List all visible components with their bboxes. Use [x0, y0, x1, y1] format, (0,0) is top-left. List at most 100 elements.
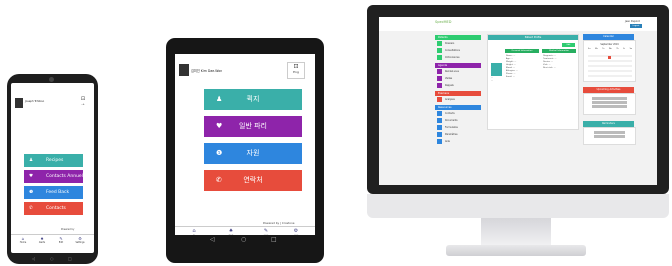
app-logo[interactable]: SpecMED	[435, 20, 451, 24]
contacts-annuel-button[interactable]: ♥ Contacts Annuel	[24, 170, 83, 183]
logout-button[interactable]: Logout	[630, 24, 642, 28]
resources-button[interactable]: 자원 ❶	[204, 143, 302, 164]
phone-screen: Joseph Tchiboo ⊡ -+ ♟ Recipes ♥ Contacts…	[11, 83, 94, 253]
font-size-label: -+	[81, 102, 85, 106]
calendar-grid[interactable]: Su Mo Tu We Th Fr Sa	[588, 48, 632, 78]
recipes-button[interactable]: ♟ Recipes	[24, 154, 83, 167]
avatar[interactable]	[15, 98, 23, 108]
button-label: Feed Back	[46, 190, 70, 195]
nav-home[interactable]: ⌂ 홈	[183, 228, 205, 235]
sidebar-item-label: Rappels	[445, 84, 454, 87]
divider	[11, 234, 94, 235]
general-button[interactable]: 일반 파리 ♥	[204, 116, 302, 137]
bell-icon: ♠	[228, 228, 234, 234]
reminder-item[interactable]	[594, 131, 625, 134]
avatar[interactable]	[179, 64, 189, 76]
person-icon: ♟	[29, 158, 34, 163]
gear-icon	[437, 132, 442, 137]
patient-photo	[491, 63, 502, 76]
gear-icon: ⚙	[293, 228, 299, 234]
weekday-row: Su Mo Tu We Th Fr Sa	[588, 48, 632, 50]
button-label: Recipes	[46, 158, 64, 163]
calendar-body: September 2019 Su Mo Tu We Th Fr Sa	[583, 40, 636, 82]
personal-info-header: Personal Information	[505, 49, 539, 53]
quiz-button[interactable]: 퀵지 ♟	[204, 89, 302, 110]
nav-alerts[interactable]: ♠ Alerts	[35, 236, 49, 244]
nav-label: Edit	[58, 241, 64, 244]
bell-icon	[437, 83, 442, 88]
sidebar-item[interactable]: Paramètres	[435, 131, 481, 138]
sidebar-item[interactable]: Formulaires	[435, 124, 481, 131]
nav-home[interactable]: ⌂ Home	[16, 236, 30, 244]
phone-icon: ✆	[216, 176, 222, 184]
calendar-widget: Calendar September 2019 Su Mo Tu We Th F…	[583, 34, 636, 82]
clock-icon	[437, 76, 442, 81]
activities-body	[583, 93, 636, 115]
activity-item[interactable]	[592, 105, 627, 108]
nav-settings[interactable]: ⚙ Settings	[73, 236, 87, 244]
help-icon	[437, 139, 442, 144]
medical-info: Diagnosis: — Treatment: — Doctor: — Visi…	[543, 55, 557, 70]
card-title: Patient Profile	[488, 35, 578, 40]
pencil-icon: ✎	[263, 228, 269, 234]
nav-edit[interactable]: ✎ 편집	[255, 228, 277, 235]
sidebar-item-label: Aide	[445, 140, 450, 143]
sidebar-item[interactable]: Documents	[435, 117, 481, 124]
activities-widget: Upcoming Activities	[583, 87, 636, 115]
sidebar-item-label: Analyses	[445, 98, 455, 101]
language-control[interactable]: ⊡ Eng	[287, 62, 305, 79]
recents-button[interactable]: □	[68, 256, 72, 261]
meta-line: —	[491, 80, 493, 82]
text-size-icon: ⊡	[293, 63, 299, 70]
powered-by: Powered by | Crostone	[263, 221, 295, 225]
sidebar-item[interactable]: Aide	[435, 138, 481, 145]
phone-device: Joseph Tchiboo ⊡ -+ ♟ Recipes ♥ Contacts…	[7, 74, 98, 264]
back-button[interactable]: ◁	[210, 236, 215, 243]
document-icon	[437, 118, 442, 123]
back-button[interactable]: ◁	[32, 256, 35, 261]
sidebar-item[interactable]: Visites	[435, 75, 481, 82]
monitor-screen: SpecMED Jean Dupont Logout Patients Doss…	[379, 17, 657, 185]
sidebar-item[interactable]: Consultations	[435, 47, 481, 54]
feedback-button[interactable]: ❶ Feed Back	[24, 186, 83, 199]
contacts-button[interactable]: 연락처 ✆	[204, 170, 302, 191]
monitor-chin	[367, 194, 669, 218]
weekday: We	[608, 48, 612, 50]
document-icon	[437, 55, 442, 60]
tablet-device: 김미진 Kim Dae-Won ⊡ Eng 퀵지 ♟ 일반 파리 ♥ 자원 ❶ …	[166, 38, 324, 263]
calendar-icon	[437, 69, 442, 74]
font-size-control[interactable]: ⊡ -+	[77, 96, 89, 108]
sidebar-item[interactable]: Dossiers	[435, 40, 481, 47]
phone-header: Joseph Tchiboo ⊡ -+	[11, 83, 94, 117]
reminder-item[interactable]	[594, 135, 625, 138]
nav-label: Alerts	[38, 241, 46, 244]
nav-label: Home	[19, 241, 27, 244]
contacts-button[interactable]: ✆ Contacts	[24, 202, 83, 215]
weekday: Su	[588, 48, 591, 50]
app-header: SpecMED Jean Dupont Logout	[379, 17, 657, 31]
sidebar-item[interactable]: Contacts	[435, 110, 481, 117]
heart-icon: ♥	[216, 122, 223, 130]
nav-alerts[interactable]: ♠ 알림	[220, 228, 242, 235]
user-name: Jean Dupont	[625, 20, 640, 23]
activity-item[interactable]	[592, 97, 627, 100]
sidebar-item-label: Rendez-vous	[445, 70, 459, 73]
activity-item[interactable]	[592, 101, 627, 104]
sidebar-item-label: Formulaires	[445, 126, 458, 129]
button-label: Contacts Annuel	[46, 174, 83, 179]
sidebar-item[interactable]: Rendez-vous	[435, 68, 481, 75]
sidebar-item[interactable]: Rappels	[435, 82, 481, 89]
nav-settings[interactable]: ⚙ 설정	[285, 228, 307, 235]
recents-button[interactable]: □	[271, 236, 277, 243]
heart-icon: ♥	[29, 174, 34, 179]
edit-button[interactable]: Edit	[562, 43, 575, 47]
sidebar-item[interactable]: Analyses	[435, 96, 481, 103]
nav-edit[interactable]: ✎ Edit	[54, 236, 68, 244]
flask-icon	[437, 97, 442, 102]
sidebar-item[interactable]: Ordonnances	[435, 54, 481, 61]
phone-icon: ✆	[29, 206, 33, 211]
camera-icon	[49, 77, 54, 82]
home-button[interactable]: ○	[241, 236, 246, 243]
patient-meta: — —	[491, 77, 503, 83]
home-button[interactable]: ○	[50, 256, 54, 261]
